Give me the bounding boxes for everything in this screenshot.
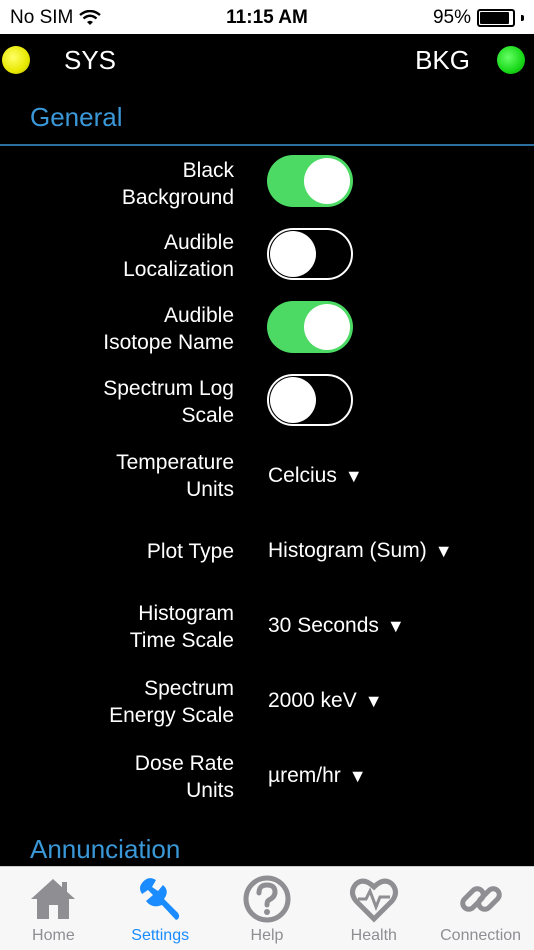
toggle-knob [304, 304, 350, 350]
tab-health[interactable]: Health [320, 867, 427, 950]
temperature-units-label: Temperature Units [14, 449, 234, 503]
label-line: Spectrum Log [103, 377, 234, 400]
tab-label: Settings [131, 927, 190, 944]
dose-rate-label: Dose Rate Units [14, 750, 234, 804]
indicator-bar: SYS BKG [0, 34, 534, 86]
plot-type-label: Plot Type [14, 538, 234, 565]
label-line: Units [186, 478, 234, 501]
dropdown-arrow-icon: ▼ [348, 765, 367, 786]
audible-isotope-toggle[interactable] [267, 301, 353, 353]
label-line: Temperature [116, 451, 234, 474]
label-line: Plot Type [146, 540, 234, 563]
battery-fill [480, 12, 509, 24]
black-background-toggle[interactable] [267, 155, 353, 207]
temperature-units-select[interactable]: Celcius ▼ [268, 464, 363, 488]
bkg-status-led [497, 46, 525, 74]
dropdown-arrow-icon: ▼ [434, 540, 453, 561]
histogram-time-select[interactable]: 30 Seconds ▼ [268, 614, 405, 638]
section-header-annunciation: Annunciation [30, 834, 181, 864]
dropdown-arrow-icon: ▼ [386, 615, 405, 636]
toggle-knob [270, 377, 316, 423]
sys-status-led [2, 46, 30, 74]
audible-localization-label: Audible Localization [14, 229, 234, 283]
heart-icon [349, 878, 398, 923]
audible-isotope-label: Audible Isotope Name [14, 302, 234, 356]
audible-localization-toggle[interactable] [267, 228, 353, 280]
tab-label: Home [32, 927, 75, 944]
dropdown-arrow-icon: ▼ [344, 465, 363, 486]
tab-home[interactable]: Home [0, 867, 107, 950]
label-line: Localization [123, 258, 234, 281]
select-value: 2000 keV [268, 689, 357, 712]
wrench-icon [140, 878, 180, 920]
plot-type-select[interactable]: Histogram (Sum) ▼ [268, 539, 453, 563]
battery-group: 95% [433, 7, 524, 29]
status-bar: No SIM 11:15 AM 95% [0, 0, 534, 34]
label-line: Black [182, 159, 234, 182]
battery-icon [477, 9, 515, 27]
tab-label: Help [250, 927, 284, 944]
sys-label: SYS [64, 45, 117, 75]
select-value: 30 Seconds [268, 614, 379, 637]
label-line: Audible [163, 304, 234, 327]
label-line: Energy Scale [109, 704, 234, 727]
spectrum-log-toggle[interactable] [267, 374, 353, 426]
label-line: Time Scale [129, 629, 234, 652]
toggle-knob [304, 158, 350, 204]
select-value: Histogram (Sum) [268, 539, 427, 562]
select-value: Celcius [268, 464, 337, 487]
label-line: Audible [163, 231, 234, 254]
battery-nub [521, 15, 524, 21]
battery-percent: 95% [432, 7, 471, 28]
tab-connection[interactable]: Connection [427, 867, 534, 950]
dropdown-arrow-icon: ▼ [364, 690, 383, 711]
toggle-knob [270, 231, 316, 277]
label-line: Dose Rate [134, 752, 234, 775]
label-line: Isotope Name [103, 331, 234, 354]
home-icon [31, 879, 76, 919]
spectrum-log-label: Spectrum Log Scale [14, 375, 234, 429]
select-value: µrem/hr [268, 764, 341, 787]
label-line: Spectrum [144, 677, 234, 700]
tab-label: Health [350, 927, 397, 944]
label-line: Background [121, 186, 234, 209]
section-divider [0, 144, 534, 146]
tab-bar: Home Settings Help Health Connection [0, 866, 534, 950]
label-line: Histogram [138, 602, 234, 625]
spectrum-energy-label: Spectrum Energy Scale [14, 675, 234, 729]
label-line: Units [186, 779, 234, 802]
tab-help[interactable]: Help [214, 867, 321, 950]
bkg-label: BKG [415, 45, 470, 75]
black-background-label: Black Background [14, 157, 234, 211]
tab-settings[interactable]: Settings [107, 867, 214, 950]
link-icon [459, 886, 502, 912]
help-icon [243, 875, 291, 923]
label-line: Scale [181, 404, 234, 427]
dose-rate-select[interactable]: µrem/hr ▼ [268, 764, 367, 788]
histogram-time-label: Histogram Time Scale [14, 600, 234, 654]
section-header-general: General [30, 102, 123, 132]
spectrum-energy-select[interactable]: 2000 keV ▼ [268, 689, 383, 713]
tab-label: Connection [440, 927, 522, 944]
